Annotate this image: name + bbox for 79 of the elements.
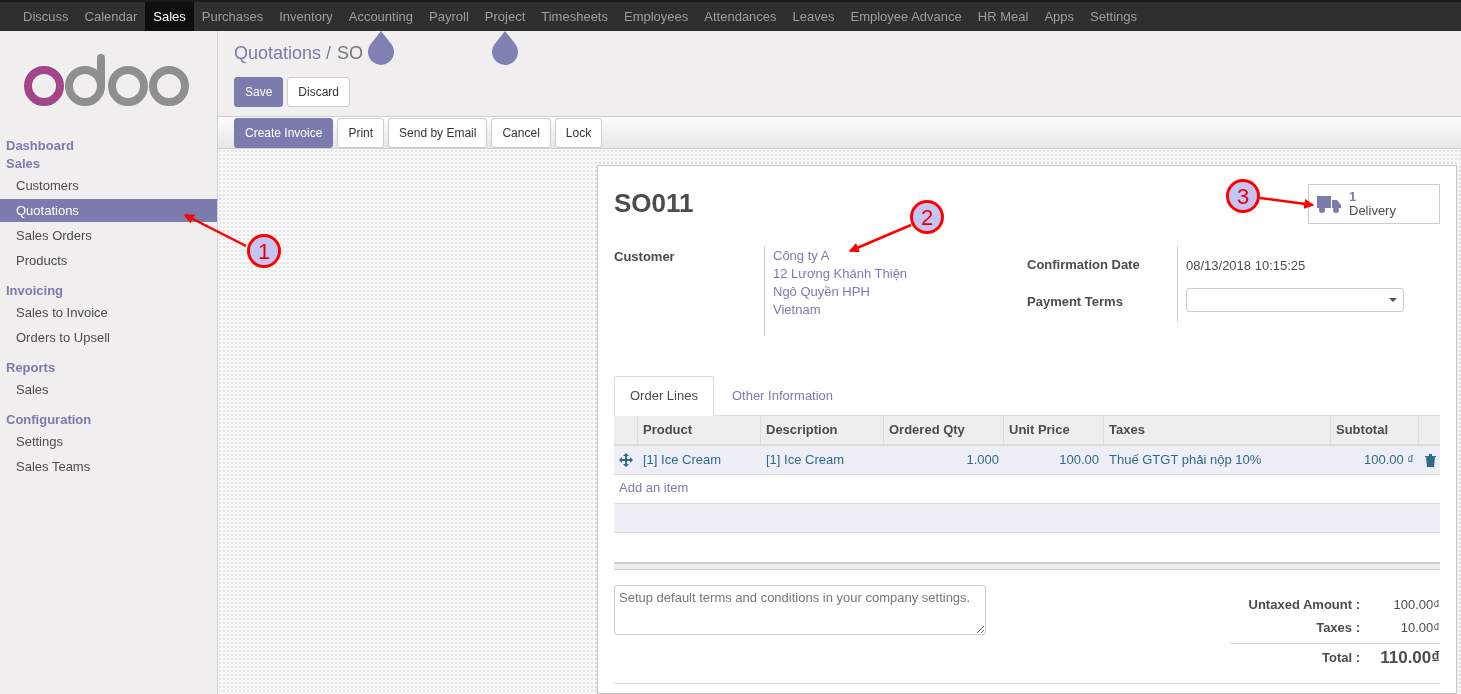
sidebar-item[interactable]: Sales to Invoice <box>0 301 217 324</box>
secondary-button[interactable]: Cancel <box>491 118 551 148</box>
field-label: Payment Terms <box>1027 292 1124 311</box>
column-header[interactable]: Subtotal <box>1331 416 1419 444</box>
sidebar-item[interactable]: Products <box>0 249 217 272</box>
menu-item[interactable]: Sales <box>145 2 194 31</box>
sidebar-section[interactable]: Configuration <box>0 411 217 429</box>
total-value: 10.00₫ <box>1399 618 1440 637</box>
truck-icon <box>1317 194 1341 214</box>
sidebar-item[interactable]: Sales Orders <box>0 224 217 247</box>
menu-item[interactable]: Leaves <box>784 2 843 31</box>
primary-button[interactable]: Save <box>234 77 284 107</box>
customer-address-line[interactable]: Vietnam <box>773 301 1027 319</box>
sidebar-item[interactable]: Sales <box>0 378 217 401</box>
total-label: Total : <box>1321 648 1360 667</box>
order-title: SO011 <box>614 187 694 220</box>
menu-item[interactable]: Payroll <box>421 2 477 31</box>
menu-item[interactable]: Employees <box>616 2 697 31</box>
trash-icon[interactable] <box>1425 453 1436 467</box>
menu-item[interactable]: HR Meal <box>969 2 1037 31</box>
move-handle-icon[interactable] <box>619 453 633 467</box>
sidebar-item[interactable]: Orders to Upsell <box>0 326 217 349</box>
sidebar-item[interactable]: Settings <box>0 430 217 453</box>
secondary-button[interactable]: Lock <box>554 118 603 148</box>
total-label: Taxes : <box>1316 618 1360 637</box>
customer-address-line[interactable]: Công ty A <box>773 247 1027 265</box>
total-label: Untaxed Amount : <box>1248 595 1360 614</box>
column-header[interactable]: Product <box>638 416 761 444</box>
table-cell-text: 100.00 <box>1058 451 1100 470</box>
logo-icon <box>23 53 191 107</box>
table-cell-text: Thuế GTGT phải nộp 10% <box>1108 451 1263 470</box>
column-header[interactable]: Unit Price <box>1004 416 1104 444</box>
menu-item[interactable]: Calendar <box>76 2 146 31</box>
pin-marker <box>366 31 396 67</box>
pin-marker <box>490 31 520 67</box>
menu-item[interactable]: Project <box>476 2 534 31</box>
table-cell-text: [1] Ice Cream <box>765 451 846 470</box>
menu-item[interactable]: Employee Advance <box>842 2 970 31</box>
column-header[interactable]: Description <box>761 416 884 444</box>
confirmation-date-value: 08/13/2018 10:15:25 <box>1186 257 1307 275</box>
sidebar-section[interactable]: Sales <box>0 155 217 173</box>
menu-item[interactable]: Accounting <box>340 2 422 31</box>
column-header[interactable]: Ordered Qty <box>884 416 1004 444</box>
total-value: 110.00₫ <box>1380 646 1440 669</box>
total-value: 100.00₫ <box>1392 595 1440 614</box>
form-tab[interactable]: Order Lines <box>614 376 714 416</box>
table-cell-text: 100.00 ₫ <box>1362 451 1415 470</box>
breadcrumb-link[interactable]: Quotations / <box>234 39 332 67</box>
secondary-button[interactable]: Discard <box>287 77 351 107</box>
sidebar-section[interactable]: Invoicing <box>0 282 217 300</box>
delivery-label: Delivery <box>1349 204 1396 218</box>
sidebar-item[interactable]: Customers <box>0 174 217 197</box>
sidebar-item[interactable]: Sales Teams <box>0 455 217 478</box>
breadcrumb-current: SO <box>337 41 364 65</box>
menu-item[interactable]: Attendances <box>696 2 785 31</box>
customer-address-line[interactable]: 12 Lương Khánh Thiện <box>773 265 1027 283</box>
menu-item[interactable]: Timesheets <box>533 2 616 31</box>
table-cell-text: [1] Ice Cream <box>642 451 723 470</box>
sidebar-item[interactable]: Quotations <box>0 199 217 222</box>
form-tab[interactable]: Other Information <box>713 376 852 415</box>
terms-field[interactable]: Setup default terms and conditions in your company settings. <box>614 585 986 635</box>
column-header[interactable]: Taxes <box>1104 416 1331 444</box>
menu-item[interactable]: Discuss <box>15 2 77 31</box>
menu-item[interactable]: Inventory <box>271 2 341 31</box>
sidebar-section[interactable]: Dashboard <box>0 137 217 155</box>
secondary-button[interactable]: Print <box>337 118 385 148</box>
menu-item[interactable]: Settings <box>1082 2 1145 31</box>
menu-item[interactable]: Purchases <box>193 2 272 31</box>
table-cell-text: 1.000 <box>965 451 1000 470</box>
caret-icon <box>1389 297 1397 302</box>
field-label: Confirmation Date <box>1027 256 1141 274</box>
delivery-button[interactable]: 1 Delivery <box>1308 184 1440 224</box>
customer-address-line[interactable]: Ngô Quyền HPH <box>773 283 1027 301</box>
delivery-count: 1 <box>1349 190 1357 204</box>
field-label: Customer <box>614 249 675 264</box>
menu-item[interactable]: Apps <box>1036 2 1082 31</box>
sidebar-section[interactable]: Reports <box>0 359 217 377</box>
secondary-button[interactable]: Send by Email <box>388 118 488 148</box>
primary-button[interactable]: Create Invoice <box>234 118 334 148</box>
